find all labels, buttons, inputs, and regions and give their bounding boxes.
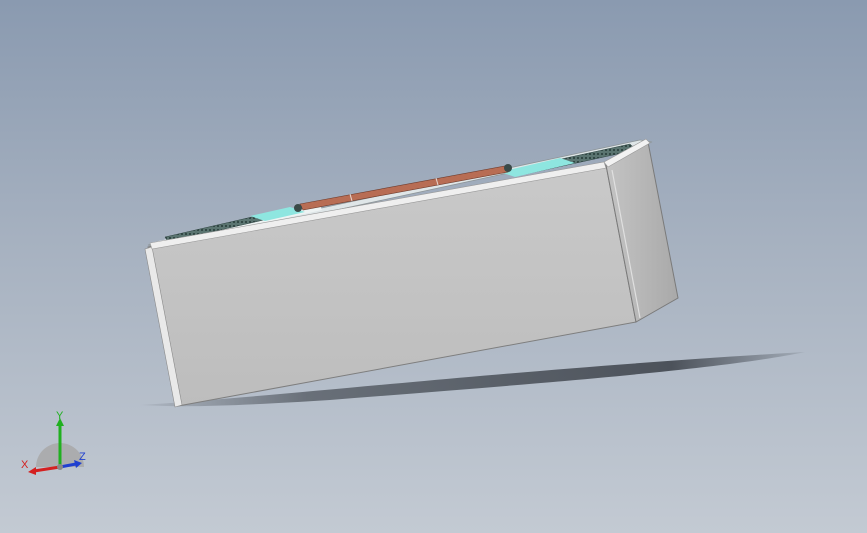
orientation-triad[interactable]: Y X Z xyxy=(18,410,98,480)
z-axis-label: Z xyxy=(79,451,86,463)
right-latch[interactable] xyxy=(504,164,512,172)
x-axis-label: X xyxy=(21,459,29,471)
3d-viewport[interactable]: Y X Z xyxy=(0,0,867,533)
model-scene[interactable] xyxy=(0,0,867,533)
y-axis-label: Y xyxy=(56,410,64,422)
left-latch[interactable] xyxy=(294,204,302,212)
